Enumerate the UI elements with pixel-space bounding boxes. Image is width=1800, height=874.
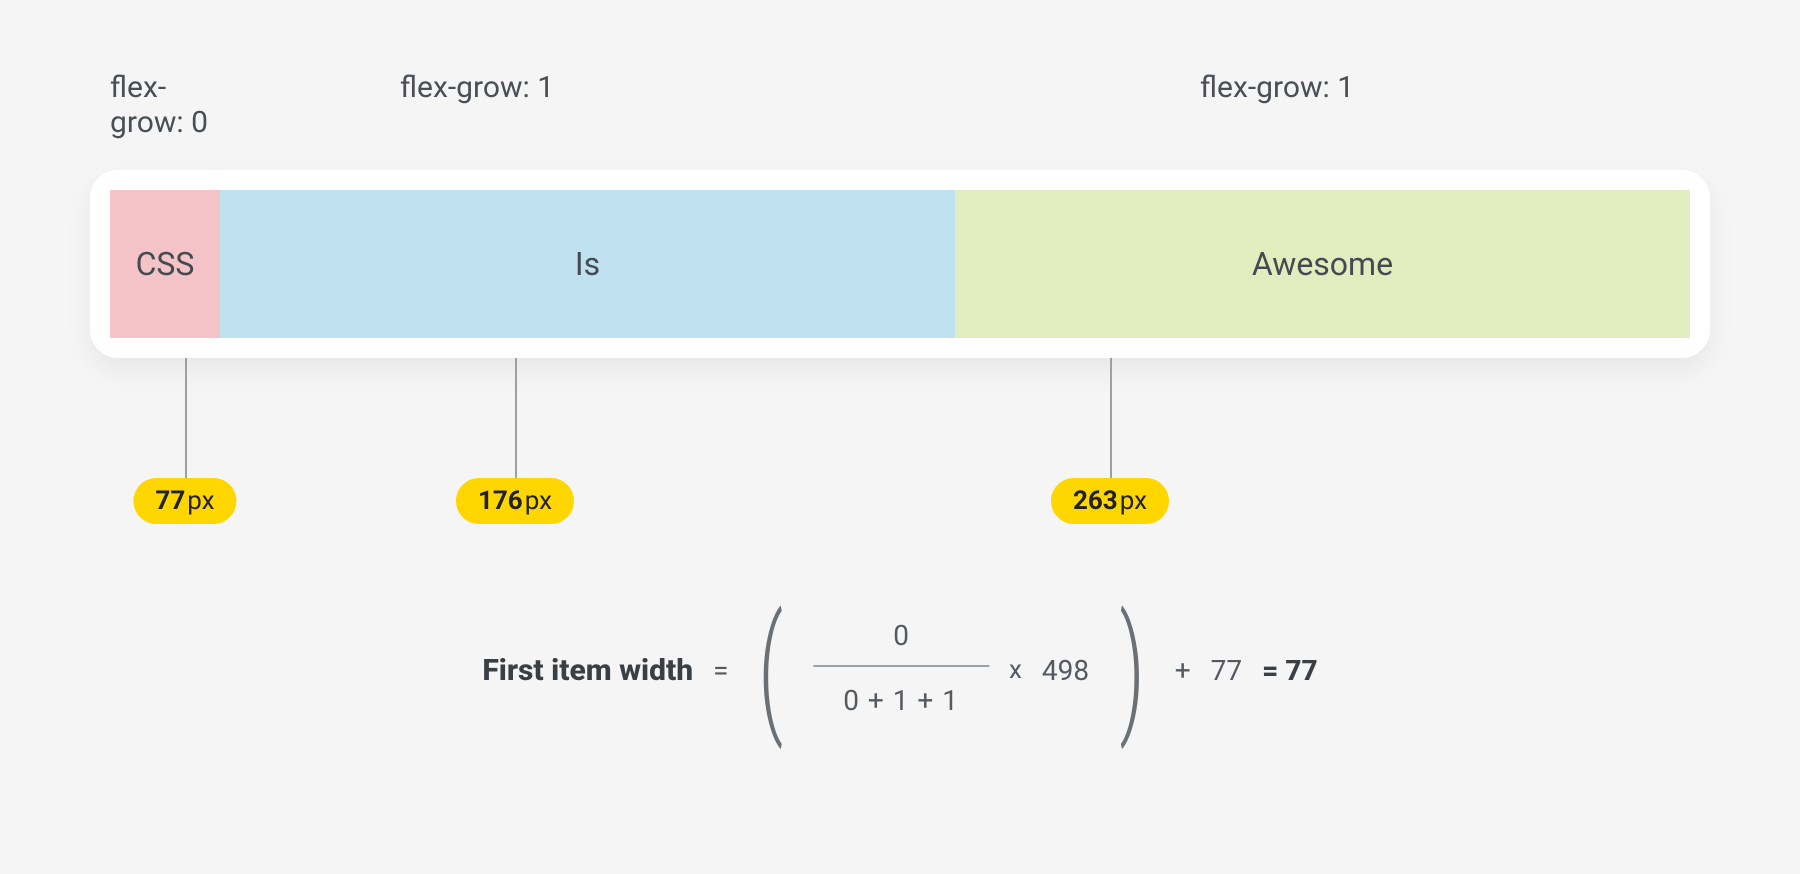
formula-result: = 77 [1262, 654, 1318, 687]
formula-addend: 77 [1211, 654, 1242, 687]
width-value-2: 176 [478, 486, 523, 516]
formula-plus: + [1175, 654, 1191, 687]
formula-equals-1: = [713, 654, 728, 687]
width-unit-2: px [525, 486, 552, 516]
label-grow-1b: flex-grow: 1 [910, 70, 1710, 140]
connector-line-1 [185, 358, 187, 478]
label-grow-0: flex-grow: 0 [110, 70, 220, 140]
formula-label: First item width [482, 653, 693, 688]
connector-line-3 [1110, 358, 1112, 478]
width-unit-3: px [1120, 486, 1147, 516]
width-unit-1: px [187, 486, 214, 516]
label-grow-1a: flex-grow: 1 [220, 70, 910, 140]
flex-item-is: Is [220, 190, 955, 338]
width-pill-1: 77px [133, 478, 236, 524]
formula-fraction: 0 0 + 1 + 1 [813, 606, 989, 734]
formula-numerator: 0 [853, 606, 949, 665]
flex-grow-labels-row: flex-grow: 0 flex-grow: 1 flex-grow: 1 [90, 70, 1710, 140]
flex-container-card: CSS Is Awesome [90, 170, 1710, 358]
measurement-connectors: 77px 176px 263px [90, 358, 1710, 548]
connector-line-2 [515, 358, 517, 478]
flex-item-css: CSS [110, 190, 220, 338]
formula-multiply: x [1009, 655, 1022, 685]
paren-open-icon: ( [759, 600, 784, 740]
width-value-1: 77 [155, 486, 185, 516]
formula-denominator: 0 + 1 + 1 [813, 667, 989, 734]
width-pill-2: 176px [456, 478, 574, 524]
formula-multiplier: 498 [1042, 654, 1089, 687]
width-formula: First item width = ( 0 0 + 1 + 1 x 498 )… [482, 600, 1317, 740]
flex-item-awesome: Awesome [955, 190, 1690, 338]
paren-close-icon: ) [1119, 600, 1144, 740]
flex-container: CSS Is Awesome [110, 190, 1690, 338]
width-value-3: 263 [1073, 486, 1118, 516]
width-pill-3: 263px [1051, 478, 1169, 524]
